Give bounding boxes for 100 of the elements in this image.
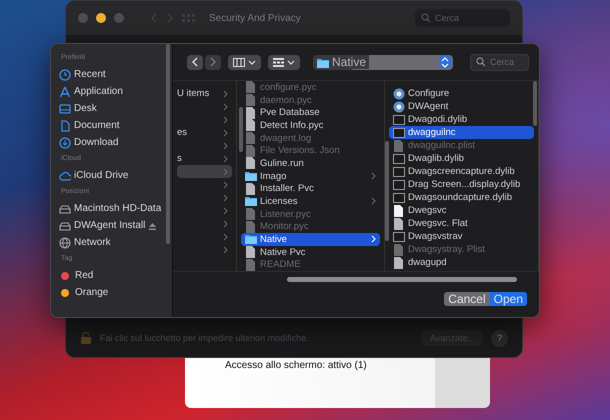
file-icon [245, 119, 257, 132]
file-row[interactable]: Installer. Pvc [241, 182, 380, 196]
file-icon [245, 144, 257, 157]
sidebar-item[interactable]: Application [59, 83, 172, 100]
file-row[interactable]: Drag Screen...display.dylib [389, 178, 534, 191]
grid-icon[interactable] [182, 14, 195, 22]
file-icon [245, 94, 257, 106]
file-row[interactable]: Detect Info.pyc [241, 119, 380, 132]
terminal-icon [393, 126, 405, 138]
file-icon [245, 220, 257, 233]
chevron-icon [371, 172, 376, 180]
desktop-icon [59, 102, 71, 114]
globe-icon [59, 236, 71, 248]
search-icon [421, 13, 431, 23]
terminal-icon [393, 114, 405, 126]
file-row[interactable]: Dwaglib.dylib [389, 152, 534, 165]
window-minimize-button[interactable] [96, 13, 106, 23]
file-row[interactable]: Configure [389, 87, 534, 100]
sidebar-item[interactable]: iCloud Drive [59, 167, 172, 184]
folder-icon [317, 56, 329, 68]
file-icon [245, 246, 257, 258]
group-icon [273, 58, 284, 66]
sidebar-item[interactable]: Download [59, 134, 172, 151]
terminal-icon [393, 230, 405, 242]
file-icon [245, 81, 257, 94]
sidebar-item[interactable]: Network [59, 234, 172, 251]
file-row[interactable]: dwagupd [389, 256, 534, 269]
file-icon [245, 182, 257, 195]
sidebar-item[interactable]: Macintosh HD-Data [59, 200, 172, 217]
file-row[interactable]: Dwegsvc [389, 204, 534, 217]
file-icon [393, 256, 405, 268]
scrollbar[interactable] [239, 107, 243, 152]
window-title: Security And Privacy [209, 12, 302, 24]
folder-icon [245, 170, 257, 182]
scrollbar[interactable] [166, 44, 170, 244]
search-icon [476, 57, 486, 67]
file-row[interactable]: Imago [241, 170, 380, 182]
sidebar-item[interactable]: Document [59, 117, 172, 134]
file-row[interactable]: U items [177, 87, 232, 100]
file-row[interactable]: es [177, 126, 232, 139]
stepper-icon [441, 56, 449, 68]
caret-icon [248, 60, 256, 64]
document-icon [59, 120, 71, 132]
file-row[interactable]: Pve Database [241, 106, 380, 120]
back-icon [192, 57, 198, 67]
open-button[interactable]: Open [490, 292, 527, 306]
chevron-icon [371, 197, 376, 206]
path-popup[interactable]: Native [313, 54, 453, 70]
file-row[interactable]: Guline.run [241, 157, 380, 170]
scrollbar[interactable] [533, 81, 537, 126]
forward-icon[interactable] [166, 13, 174, 23]
columns-icon [233, 58, 245, 66]
sidebar-item[interactable]: Recent [59, 66, 172, 83]
file-icon [393, 218, 405, 230]
scrollbar[interactable] [385, 141, 389, 241]
file-row[interactable]: Dwagscreencapture.dylib [389, 165, 534, 178]
file-row[interactable]: Dwagodi.dylib [389, 113, 534, 126]
file-icon [245, 106, 257, 119]
terminal-icon [393, 152, 405, 164]
eject-icon[interactable] [148, 222, 158, 230]
column-row[interactable] [177, 165, 232, 178]
file-row[interactable]: Dwagsoundcapture.dylib [389, 191, 534, 204]
file-row[interactable]: Dwegsvc. Flat [389, 217, 534, 230]
folder-icon [245, 195, 257, 208]
app-icon [393, 88, 405, 100]
file-row[interactable]: Licenses [241, 195, 380, 208]
group-button[interactable] [268, 54, 300, 70]
file-icon [245, 258, 257, 271]
file-icon [245, 157, 257, 170]
app-icon [393, 100, 405, 112]
file-row[interactable]: Native [241, 233, 380, 246]
window-zoom-button[interactable] [114, 13, 124, 23]
back-button[interactable] [187, 54, 203, 70]
sidebar-item[interactable]: Red [59, 267, 172, 284]
forward-button[interactable] [205, 54, 221, 70]
sidebar-item[interactable]: DWAgent Install [59, 217, 172, 234]
download-icon [59, 136, 71, 148]
file-row[interactable]: DWAgent [389, 100, 534, 113]
window-close-button[interactable] [78, 13, 88, 23]
scrollbar[interactable] [287, 277, 517, 282]
forward-icon [210, 57, 216, 67]
lock-icon[interactable] [80, 332, 92, 344]
view-mode-button[interactable] [228, 54, 261, 70]
sidebar-item[interactable]: Orange [59, 284, 172, 301]
caret-icon [287, 60, 295, 64]
file-row[interactable]: s [177, 152, 232, 165]
apps-icon [59, 86, 71, 98]
terminal-icon [393, 192, 405, 204]
file-row[interactable]: Native Pvc [241, 246, 380, 258]
cloud-icon [59, 170, 71, 182]
clock-icon [59, 68, 71, 80]
screen-access-status: Accesso allo schermo: attivo (1) [225, 360, 367, 372]
terminal-icon [393, 166, 405, 178]
back-icon[interactable] [150, 13, 158, 23]
cancel-button[interactable]: Cancel [444, 292, 490, 306]
folder-icon [245, 233, 257, 246]
file-row[interactable]: Dwagsvstrav [389, 230, 534, 243]
file-icon [393, 244, 405, 256]
sidebar-item[interactable]: Desk [59, 100, 172, 117]
file-row[interactable]: dwagguilnc [389, 126, 534, 139]
